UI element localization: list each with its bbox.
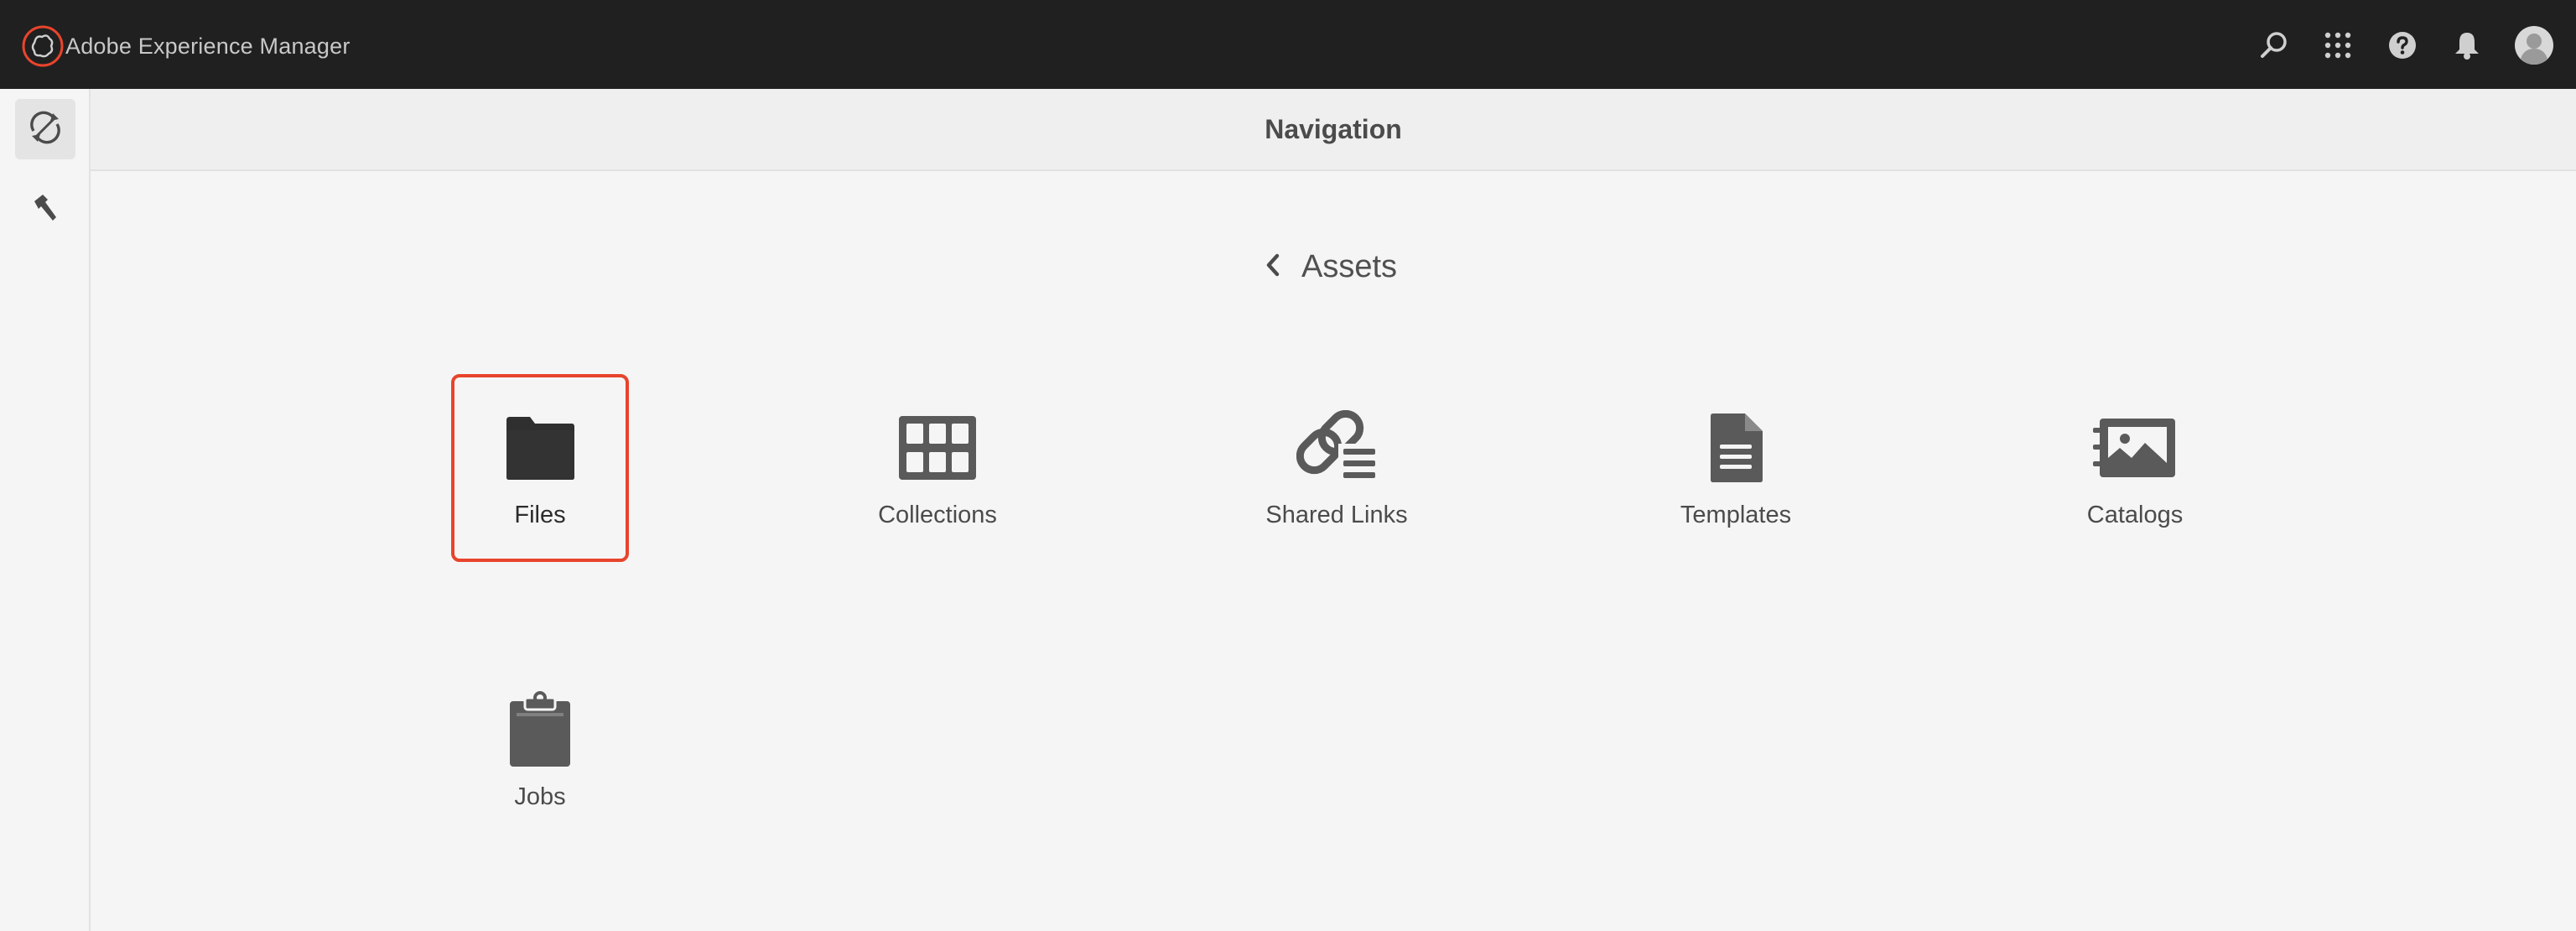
app-title: Adobe Experience Manager [65,33,351,59]
tile-label: Files [514,502,566,528]
tools-button[interactable] [15,179,75,240]
breadcrumb-back[interactable]: Assets [1265,243,1397,290]
left-rail [0,89,91,931]
navigation-toggle-button[interactable] [15,99,75,159]
aem-logo-icon [22,25,64,67]
tile-files[interactable]: Files [451,374,629,562]
document-icon [1647,408,1825,488]
tile-catalogs[interactable]: Catalogs [2046,374,2224,562]
tile-collections[interactable]: Collections [849,374,1026,562]
avatar[interactable] [2514,25,2554,65]
catalog-icon [2046,408,2224,488]
bell-icon[interactable] [2450,29,2484,62]
chevron-left-icon [1265,252,1281,283]
breadcrumb-label: Assets [1301,248,1398,284]
search-icon[interactable] [2257,29,2291,62]
clipboard-icon [451,689,629,770]
shared-links-icon [1248,408,1426,488]
help-icon[interactable] [2386,29,2419,62]
navigation-header: Navigation [91,89,2576,171]
tile-templates[interactable]: Templates [1647,374,1825,562]
brand[interactable]: Adobe Experience Manager [22,25,351,67]
hammer-icon [29,192,61,228]
tile-label: Templates [1680,502,1792,528]
page-title: Navigation [1265,113,1402,144]
collections-grid-icon [849,408,1026,488]
tile-jobs[interactable]: Jobs [451,656,629,844]
tile-label: Jobs [514,783,566,810]
tile-label: Collections [878,502,997,528]
tile-label: Catalogs [2086,502,2184,528]
folder-icon [451,408,629,488]
top-bar: Adobe Experience Manager [0,0,2576,89]
apps-grid-icon[interactable] [2321,29,2355,62]
tile-shared-links[interactable]: Shared Links [1248,374,1426,562]
tile-label: Shared Links [1265,502,1408,528]
navigation-icon [29,111,62,148]
